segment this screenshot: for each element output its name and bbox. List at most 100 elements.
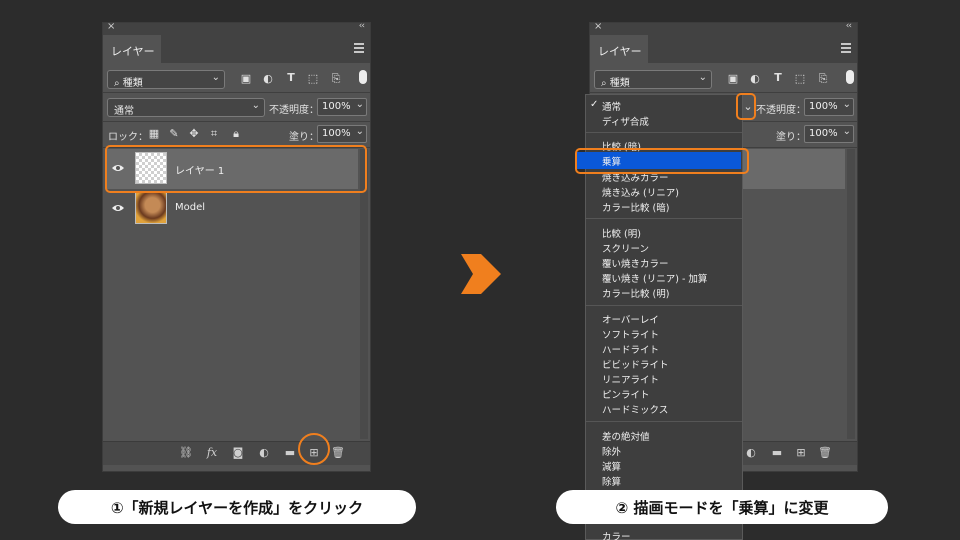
panel-tabbar: レイヤー xyxy=(103,35,370,63)
close-icon[interactable]: × xyxy=(107,21,115,32)
menu-item[interactable]: 焼き込み (リニア) xyxy=(602,185,679,199)
fx-icon[interactable]: fx xyxy=(205,446,219,459)
tab-layers[interactable]: レイヤー xyxy=(103,35,161,63)
filter-smart-object-icon[interactable]: ⎘ xyxy=(816,72,830,86)
highlight-layer-row xyxy=(105,145,367,193)
menu-item[interactable]: カラー xyxy=(602,529,631,540)
chevron-down-icon[interactable]: ⌄ xyxy=(843,126,851,137)
menu-item[interactable]: ディザ合成 xyxy=(602,114,649,128)
layer-name[interactable]: Model xyxy=(175,202,205,213)
caption-step2: ② 描画モードを「乗算」に変更 xyxy=(556,490,888,524)
opacity-value: 100% xyxy=(322,101,351,112)
filter-toggle[interactable] xyxy=(359,70,367,84)
fill-value: 100% xyxy=(322,128,351,139)
panel-titlebar: × ‹‹ xyxy=(103,21,370,35)
lock-position-icon[interactable]: ✥ xyxy=(187,127,201,140)
filter-shape-icon[interactable]: ⬚ xyxy=(306,72,320,85)
new-layer-icon[interactable]: ⊞ xyxy=(794,446,808,459)
menu-item[interactable]: 除算 xyxy=(602,474,621,488)
chevron-down-icon[interactable]: ⌄ xyxy=(356,99,364,110)
chevron-down-icon: ⌄ xyxy=(251,100,260,111)
lock-all-icon[interactable]: 🔒︎ xyxy=(229,127,243,141)
menu-item[interactable]: カラー比較 (暗) xyxy=(602,200,669,214)
menu-item[interactable]: 減算 xyxy=(602,459,621,473)
menu-item[interactable]: リニアライト xyxy=(602,372,659,386)
panel-footer: ⛓︎ fx ◙ ◐ ▬ ⊞ 🗑︎ xyxy=(103,441,370,465)
filter-pixel-icon[interactable]: ▣ xyxy=(239,72,253,85)
layers-panel-left: × ‹‹ レイヤー ⌕ 種類 ⌄ ▣ ◐ T ⬚ ⎘ 通常 ⌄ 不透明度： 10… xyxy=(102,21,371,472)
adjustment-icon[interactable]: ◐ xyxy=(744,446,758,459)
link-icon[interactable]: ⛓︎ xyxy=(179,446,193,459)
filter-adjustment-icon[interactable]: ◐ xyxy=(748,72,762,85)
menu-item[interactable]: 除外 xyxy=(602,444,621,458)
filter-adjustment-icon[interactable]: ◐ xyxy=(261,72,275,85)
folder-icon[interactable]: ▬ xyxy=(283,446,297,459)
search-icon: ⌕ xyxy=(114,78,120,89)
caption-step1: ①「新規レイヤーを作成」をクリック xyxy=(58,490,416,524)
lock-artboard-icon[interactable]: ⌗ xyxy=(207,127,221,141)
chevron-down-icon[interactable]: ⌄ xyxy=(843,99,851,110)
adjustment-icon[interactable]: ◐ xyxy=(257,446,271,459)
chevron-down-icon[interactable]: ⌄ xyxy=(356,126,364,137)
filter-pixel-icon[interactable]: ▣ xyxy=(726,72,740,85)
panel-titlebar: × ‹‹ xyxy=(590,21,857,35)
highlight-blend-chevron xyxy=(736,93,756,120)
filter-toggle[interactable] xyxy=(846,70,854,84)
menu-item[interactable]: 比較 (明) xyxy=(602,226,641,240)
menu-item[interactable]: ピンライト xyxy=(602,387,650,401)
checkmark-icon: ✓ xyxy=(590,99,599,110)
opacity-field[interactable]: 100% ⌄ xyxy=(317,98,367,116)
chevron-down-icon: ⌄ xyxy=(211,72,220,83)
menu-item[interactable]: カラー比較 (明) xyxy=(602,286,669,300)
scrollbar[interactable] xyxy=(847,149,855,439)
trash-icon[interactable]: 🗑︎ xyxy=(331,446,345,459)
lock-label: ロック： xyxy=(108,132,148,143)
menu-item[interactable]: ソフトライト xyxy=(602,327,659,341)
fill-label: 塗り： xyxy=(289,132,319,143)
blend-mode-value: 通常 xyxy=(114,106,134,117)
panel-menu-icon[interactable] xyxy=(841,43,851,53)
opacity-field[interactable]: 100% ⌄ xyxy=(804,98,854,116)
filter-smart-object-icon[interactable]: ⎘ xyxy=(329,72,343,86)
filter-type-icon[interactable]: T xyxy=(284,71,298,84)
menu-item[interactable]: 覆い焼き (リニア) - 加算 xyxy=(602,271,707,285)
layer-row[interactable]: Model xyxy=(105,189,358,229)
highlight-multiply-item xyxy=(575,148,749,174)
menu-item[interactable]: ハードライト xyxy=(602,342,659,356)
filter-type-icon[interactable]: T xyxy=(771,71,785,84)
trash-icon[interactable]: 🗑︎ xyxy=(818,446,832,459)
mask-icon[interactable]: ◙ xyxy=(231,446,245,459)
fill-label: 塗り： xyxy=(776,132,806,143)
filter-kind-dropdown[interactable]: ⌕ 種類 ⌄ xyxy=(594,70,712,89)
fill-value: 100% xyxy=(809,128,838,139)
blend-mode-dropdown[interactable]: 通常 ⌄ xyxy=(107,98,265,117)
layer-thumbnail xyxy=(135,192,167,224)
menu-item[interactable]: 覆い焼きカラー xyxy=(602,256,669,270)
lock-transparent-icon[interactable]: ▦ xyxy=(147,127,161,140)
fill-field[interactable]: 100% ⌄ xyxy=(317,125,367,143)
menu-item[interactable]: 通常 xyxy=(602,99,621,113)
chevron-down-icon: ⌄ xyxy=(698,72,707,83)
collapse-icon[interactable]: ‹‹ xyxy=(359,21,365,31)
menu-item[interactable]: ビビッドライト xyxy=(602,357,669,371)
lock-paint-icon[interactable]: ✎ xyxy=(167,127,181,140)
filter-shape-icon[interactable]: ⬚ xyxy=(793,72,807,85)
filter-kind-label: 種類 xyxy=(122,78,143,89)
collapse-icon[interactable]: ‹‹ xyxy=(846,21,852,31)
filter-kind-label: 種類 xyxy=(609,78,630,89)
tab-layers[interactable]: レイヤー xyxy=(590,35,648,63)
opacity-label: 不透明度： xyxy=(269,105,319,116)
menu-item[interactable]: 差の絶対値 xyxy=(602,429,650,443)
filter-kind-dropdown[interactable]: ⌕ 種類 ⌄ xyxy=(107,70,225,89)
menu-item[interactable]: スクリーン xyxy=(602,241,649,255)
folder-icon[interactable]: ▬ xyxy=(770,446,784,459)
highlight-new-layer-button xyxy=(298,433,330,465)
opacity-label: 不透明度： xyxy=(756,105,806,116)
close-icon[interactable]: × xyxy=(594,21,602,32)
menu-item[interactable]: ハードミックス xyxy=(602,402,668,416)
eye-icon[interactable] xyxy=(111,203,125,213)
arrow-right-icon xyxy=(461,254,501,294)
menu-item[interactable]: オーバーレイ xyxy=(602,312,659,326)
fill-field[interactable]: 100% ⌄ xyxy=(804,125,854,143)
panel-menu-icon[interactable] xyxy=(354,43,364,53)
